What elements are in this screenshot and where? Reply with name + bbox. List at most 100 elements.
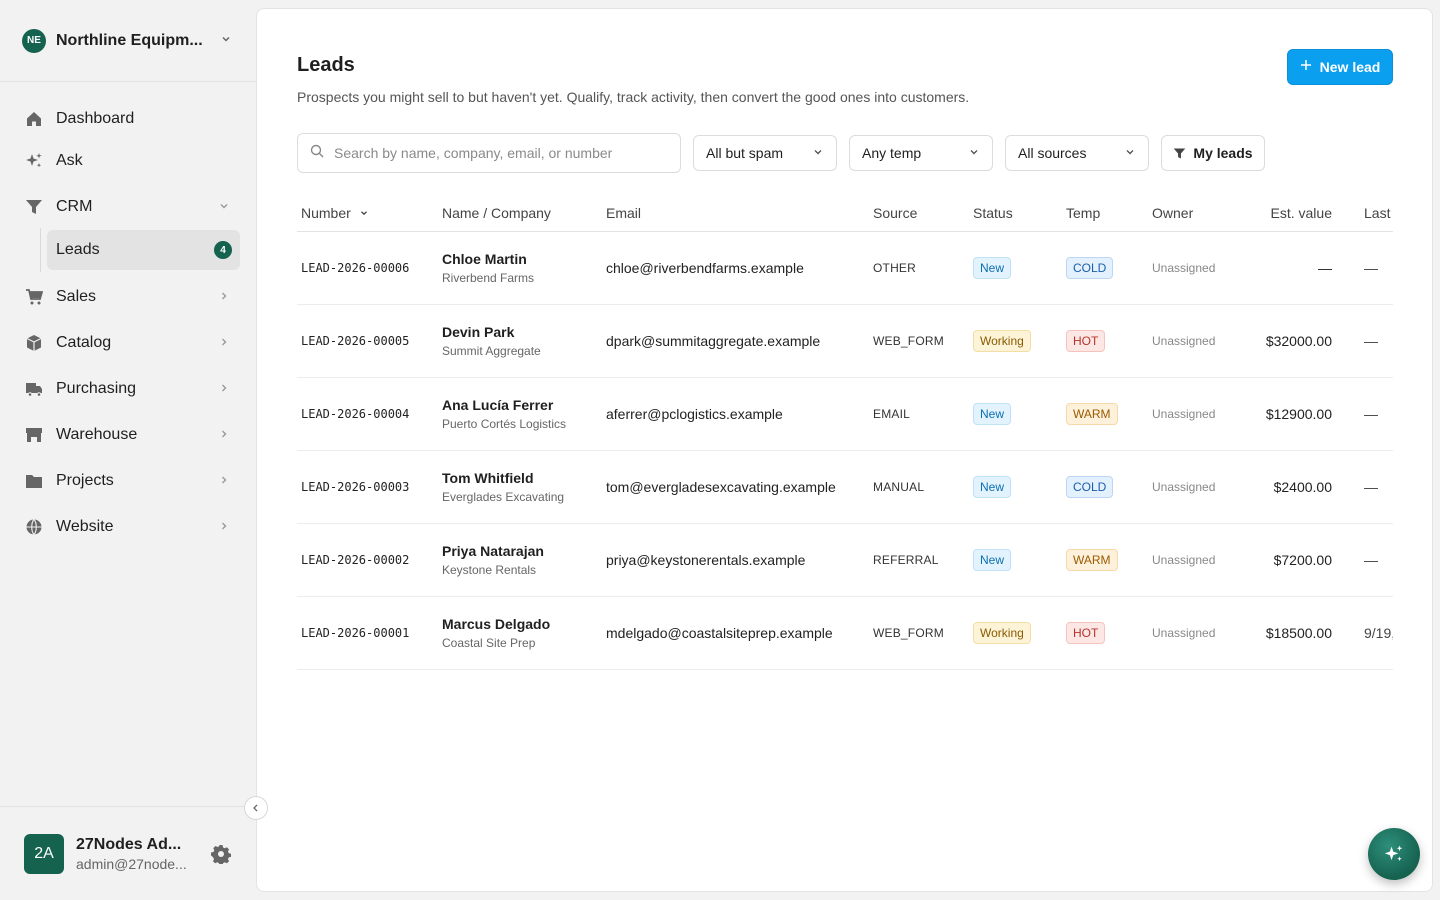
nav-label: Purchasing — [56, 380, 137, 397]
lead-last-activity: — — [1364, 406, 1378, 422]
nav-label: Warehouse — [56, 426, 138, 443]
lead-number: LEAD-2026-00002 — [301, 553, 410, 567]
lead-name-company: Priya Natarajan Keystone Rentals — [442, 543, 606, 577]
gear-icon[interactable] — [210, 843, 232, 865]
col-number-header[interactable]: Number — [297, 205, 442, 221]
lead-number: LEAD-2026-00005 — [301, 334, 410, 348]
lead-name: Ana Lucía Ferrer — [442, 397, 554, 413]
temp-filter-value: Any temp — [862, 145, 922, 161]
chevron-down-icon — [216, 200, 232, 215]
lead-name-company: Marcus Delgado Coastal Site Prep — [442, 616, 606, 650]
lead-company: Coastal Site Prep — [442, 636, 536, 650]
lead-name-company: Devin Park Summit Aggregate — [442, 324, 606, 358]
lead-temp-cell: HOT — [1066, 330, 1152, 352]
nav-item-ask[interactable]: Ask — [0, 140, 256, 182]
table-row[interactable]: LEAD-2026-00001 Marcus Delgado Coastal Sit… — [297, 597, 1393, 670]
lead-est-value: $18500.00 — [1265, 625, 1332, 641]
lead-temp-cell: WARM — [1066, 403, 1152, 425]
table-row[interactable]: LEAD-2026-00004 Ana Lucía Ferrer Puerto Co… — [297, 378, 1393, 451]
nav-item-website[interactable]: Website — [0, 506, 256, 548]
lead-email: chloe@riverbendfarms.example — [606, 260, 804, 276]
lead-est-value: $7200.00 — [1273, 552, 1332, 568]
lead-est-value: $12900.00 — [1265, 406, 1332, 422]
status-badge: Working — [973, 330, 1031, 352]
search-input[interactable] — [334, 145, 664, 161]
chevron-down-icon — [968, 146, 980, 161]
nav-item-catalog[interactable]: Catalog — [0, 322, 256, 364]
org-name: Northline Equipm... — [56, 31, 203, 49]
status-badge: New — [973, 549, 1012, 571]
truck-icon — [24, 379, 44, 399]
lead-number: LEAD-2026-00003 — [301, 480, 410, 494]
chevron-right-icon — [216, 520, 232, 535]
lead-temp-cell: HOT — [1066, 622, 1152, 644]
lead-company: Riverbend Farms — [442, 271, 535, 285]
collapse-sidebar-button[interactable] — [244, 796, 268, 820]
user-info: 27Nodes Ad... admin@27node... — [76, 836, 210, 872]
col-email-header: Email — [606, 204, 642, 221]
home-icon — [24, 109, 44, 129]
lead-owner: Unassigned — [1152, 261, 1216, 275]
nav-label: Website — [56, 518, 114, 535]
lead-name-company: Ana Lucía Ferrer Puerto Cortés Logistics — [442, 397, 606, 431]
table-body: LEAD-2026-00006 Chloe Martin Riverbend Far… — [297, 232, 1393, 670]
table-row[interactable]: LEAD-2026-00006 Chloe Martin Riverbend Far… — [297, 232, 1393, 305]
plus-icon — [1300, 58, 1312, 76]
globe-icon — [24, 517, 44, 537]
org-switcher[interactable]: NE Northline Equipm... — [0, 0, 256, 82]
lead-last-activity: — — [1364, 260, 1378, 276]
source-filter-select[interactable]: All sources — [1005, 135, 1149, 171]
table-row[interactable]: LEAD-2026-00002 Priya Natarajan Keystone R… — [297, 524, 1393, 597]
status-badge: New — [973, 476, 1012, 498]
col-value-header: Est. value — [1270, 204, 1332, 221]
lead-owner: Unassigned — [1152, 480, 1216, 494]
page-title: Leads — [297, 54, 355, 76]
chevron-left-icon — [253, 804, 258, 812]
nav-label: CRM — [56, 198, 93, 215]
nav-item-leads[interactable]: Leads 4 — [47, 230, 240, 270]
lead-status-cell: New — [973, 403, 1066, 425]
nav-item-sales[interactable]: Sales — [0, 276, 256, 318]
lead-name-company: Tom Whitfield Everglades Excavating — [442, 470, 606, 504]
nav-item-warehouse[interactable]: Warehouse — [0, 414, 256, 456]
chevron-right-icon — [216, 382, 232, 397]
nav-label: Catalog — [56, 334, 112, 351]
temp-badge: COLD — [1066, 476, 1114, 498]
nav-item-purchasing[interactable]: Purchasing — [0, 368, 256, 410]
lead-source: WEB_FORM — [873, 334, 944, 348]
lead-last-activity: 9/19, — [1364, 625, 1393, 641]
chevron-down-icon — [218, 33, 234, 48]
lead-company: Summit Aggregate — [442, 344, 541, 358]
nav-item-crm[interactable]: CRM — [0, 186, 256, 228]
chevron-down-icon — [1124, 146, 1136, 161]
assistant-button[interactable] — [1368, 828, 1420, 880]
leads-table: Number Name / Company Email Source Statu… — [297, 194, 1393, 670]
col-status-header: Status — [973, 204, 1013, 221]
new-lead-button[interactable]: New lead — [1287, 49, 1393, 85]
funnel-icon — [1173, 147, 1186, 160]
user-menu[interactable]: 2A 27Nodes Ad... admin@27node... — [0, 806, 256, 900]
box-icon — [24, 333, 44, 353]
table-row[interactable]: LEAD-2026-00005 Devin Park Summit Aggregat… — [297, 305, 1393, 378]
lead-email: mdelgado@coastalsiteprep.example — [606, 625, 833, 641]
table-row[interactable]: LEAD-2026-00003 Tom Whitfield Everglades E… — [297, 451, 1393, 524]
status-filter-select[interactable]: All but spam — [693, 135, 837, 171]
lead-est-value: $32000.00 — [1265, 333, 1332, 349]
crm-subnav: Leads 4 — [40, 228, 256, 272]
chevron-right-icon — [216, 290, 232, 305]
status-badge: New — [973, 257, 1012, 279]
lead-est-value: — — [1318, 260, 1332, 276]
col-number-label: Number — [301, 204, 351, 221]
lead-email: priya@keystonerentals.example — [606, 552, 806, 568]
lead-status-cell: New — [973, 549, 1066, 571]
temp-filter-select[interactable]: Any temp — [849, 135, 993, 171]
sidebar: NE Northline Equipm... Dashboard Ask CRM — [0, 0, 256, 900]
avatar: 2A — [24, 833, 64, 874]
my-leads-button[interactable]: My leads — [1161, 135, 1265, 171]
temp-badge: HOT — [1066, 622, 1106, 644]
nav-item-projects[interactable]: Projects — [0, 460, 256, 502]
col-source-header: Source — [873, 204, 918, 221]
search-box — [297, 133, 681, 173]
lead-name: Tom Whitfield — [442, 470, 534, 486]
nav-item-dashboard[interactable]: Dashboard — [0, 98, 256, 140]
